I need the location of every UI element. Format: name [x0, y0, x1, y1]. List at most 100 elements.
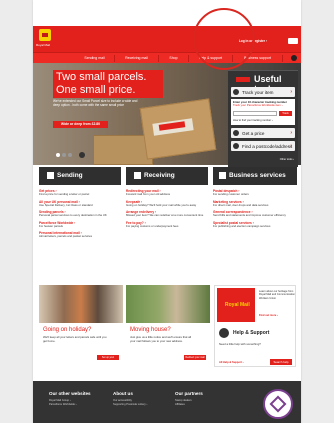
track-instructions: Enter your 16 character tracking number … — [233, 100, 293, 108]
logo-text: Royal Mail — [36, 43, 51, 47]
tool-label: Get a price — [242, 130, 265, 136]
receiving-header[interactable]: Receiving — [126, 167, 208, 185]
promo-text: We'll keep all your letters and parcels … — [43, 335, 107, 343]
help-icon — [219, 328, 229, 338]
search-help-button[interactable]: Search help — [270, 359, 292, 365]
carousel-dot[interactable] — [68, 153, 72, 157]
rm-desc: Learn about our heritage from Royal Mail… — [259, 290, 295, 300]
receiving-list: Redirecting your mail › Forward mail fro… — [126, 189, 206, 231]
sending-icon — [47, 172, 54, 179]
hero-title-line2: One small price. — [56, 84, 136, 96]
tool-get-price[interactable]: Get a price › — [231, 128, 295, 138]
seal-inner — [269, 395, 287, 413]
help-support-box: Royal Mail Learn about our heritage from… — [214, 285, 296, 367]
tool-label: Track your item — [242, 89, 274, 95]
service-desc: Personal parcel services to every destin… — [39, 213, 107, 218]
postcode-icon — [233, 143, 239, 149]
royal-mail-van-image: Royal Mail — [217, 288, 255, 322]
tool-label: Find a postcode/address — [242, 143, 293, 149]
nav-sending-mail[interactable]: Sending mail — [75, 55, 115, 62]
other-tools-link[interactable]: Other tools › — [280, 158, 294, 161]
moving-promo[interactable]: Moving house? Just give us a little noti… — [126, 285, 210, 365]
chevron-right-icon: › — [290, 88, 292, 95]
nav-shop[interactable]: Shop — [159, 55, 189, 62]
header-search-input[interactable] — [288, 38, 298, 44]
footer-link[interactable]: Affiliates — [175, 403, 203, 407]
carousel-dot[interactable] — [56, 153, 60, 157]
top-bar: Royal Mail Log in or register › — [33, 26, 301, 52]
service-desc: For publishing and election campaign ser… — [213, 223, 271, 228]
holiday-shoes-image — [39, 285, 123, 323]
chevron-right-icon: › — [290, 142, 292, 149]
track-box: Enter your 16 character tracking number … — [231, 99, 295, 125]
tracking-help-link[interactable]: How to find your tracking number › — [233, 119, 273, 122]
footer-link[interactable]: Supporting Postcode Lottery › — [113, 403, 147, 407]
sending-title: Sending — [57, 172, 83, 179]
nav-receiving-mail[interactable]: Receiving mail — [115, 55, 159, 62]
service-desc: Airmail letters, parcels and packet serv… — [39, 234, 93, 239]
redirect-button[interactable]: Redirect your mail — [184, 355, 206, 360]
carousel-dots — [56, 152, 78, 158]
accreditation-seal-icon — [263, 389, 293, 419]
page: Royal Mail Log in or register › Sending … — [33, 0, 301, 423]
hero-title-line1: Two small parcels. — [56, 71, 147, 83]
footer-col-websites: Our other websites Royal Mail Group › Pa… — [49, 391, 91, 408]
tool-track-item[interactable]: Track your item › — [231, 87, 295, 97]
footer-heading: Our other websites — [49, 391, 91, 396]
all-help-link[interactable]: All Help & Support › — [219, 361, 244, 364]
carousel-pause-icon[interactable] — [79, 152, 85, 158]
track-icon — [233, 89, 239, 95]
help-title: Help & Support — [233, 330, 270, 336]
tools-accent — [236, 77, 250, 82]
promo-title: Moving house? — [130, 327, 171, 333]
footer-link[interactable]: Parcelforce Worldwide › — [49, 403, 91, 407]
services-section: Sending Receiving Business services Get … — [33, 167, 301, 273]
service-desc: For heavier parcels — [39, 223, 63, 228]
track-button[interactable]: Track — [279, 111, 292, 116]
useful-tools-panel: Useful tools Track your item › Enter you… — [228, 70, 298, 167]
service-desc: For direct mail, door drops and data ser… — [213, 202, 269, 207]
main-nav: Sending mail Receiving mail Shop Help & … — [33, 52, 301, 63]
footer-heading: Our partners — [175, 391, 203, 396]
footer-heading: About us — [113, 391, 133, 396]
footer-col-about: About us Our accessibility Supporting Po… — [113, 391, 147, 408]
service-desc: Find a price for sending a letter or par… — [39, 192, 90, 196]
footer: Our other websites Royal Mail Group › Pa… — [33, 381, 301, 423]
business-header[interactable]: Business services — [213, 167, 297, 185]
service-desc: For sending customer orders — [213, 192, 249, 196]
tool-find-postcode[interactable]: Find a postcode/address › — [231, 141, 295, 151]
track-parcelforce-link[interactable]: Track your Parcelforce Worldwide item › — [233, 103, 293, 107]
keepsafe-button[interactable]: Set up your Keepsafe — [97, 355, 119, 364]
basket-icon[interactable] — [291, 55, 297, 61]
moving-house-image — [126, 285, 210, 323]
service-desc: For paying customs or underpayment fees — [126, 223, 179, 228]
service-desc: Missed your item? We can redeliver at a … — [126, 213, 204, 218]
service-desc: Use Special Delivery, 1st Class or stand… — [39, 202, 93, 207]
carousel-dot[interactable] — [62, 153, 66, 157]
royal-mail-logo-icon[interactable] — [39, 29, 51, 41]
promo-title: Going on holiday? — [43, 327, 92, 333]
chevron-right-icon: › — [290, 129, 292, 136]
highlight-annotation-circle — [193, 8, 255, 70]
tracking-number-input[interactable] — [233, 111, 277, 116]
hero-cta-button[interactable]: Wide or deep from £2.80 — [53, 121, 108, 128]
promo-text: Just give us a little notice and we'll e… — [130, 335, 192, 343]
business-icon — [219, 172, 226, 179]
service-desc: Going on holiday? We'll hold your mail w… — [126, 202, 197, 207]
receiving-icon — [134, 172, 141, 179]
business-title: Business services — [229, 172, 286, 179]
price-icon — [233, 130, 239, 136]
sending-list: Get prices › Find a price for sending a … — [39, 189, 119, 242]
van-logo-text: Royal Mail — [225, 302, 250, 308]
service-desc: Send bills and statements and improve cu… — [213, 213, 286, 218]
right-gutter — [301, 0, 334, 423]
hero-body: We've extended our Small Parcel size to … — [53, 99, 138, 108]
sending-header[interactable]: Sending — [39, 167, 121, 185]
business-list: Postal despatch › For sending customer o… — [213, 189, 293, 231]
holiday-promo[interactable]: Going on holiday? We'll keep all your le… — [39, 285, 123, 365]
help-subtitle: Need a little help with something? — [219, 342, 261, 346]
find-out-more-link[interactable]: Find out more › — [259, 314, 278, 317]
footer-col-partners: Our partners Stamp dealers Affiliates — [175, 391, 203, 408]
service-desc: Forward mail from your old address — [126, 192, 170, 196]
left-gutter — [0, 0, 33, 423]
